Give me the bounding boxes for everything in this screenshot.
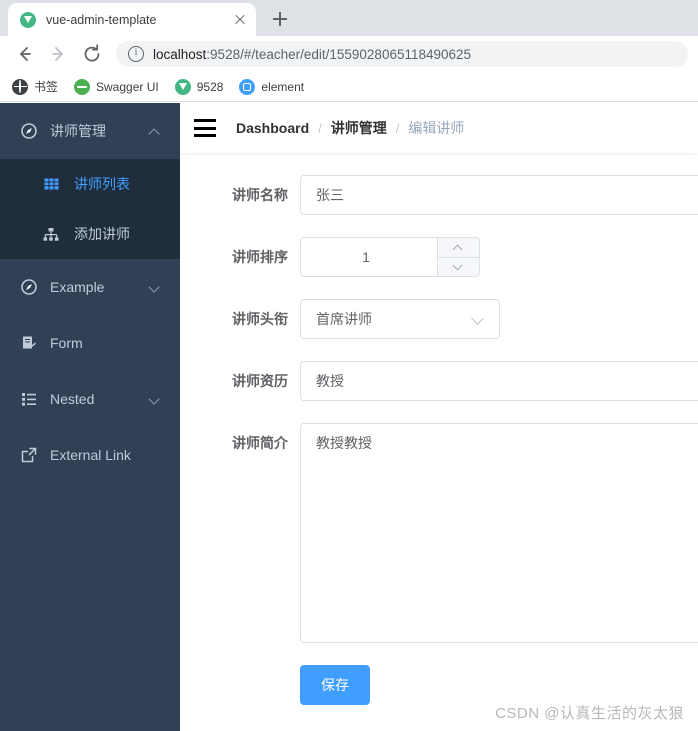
bookmarks-bar: 书签 Swagger UI 9528 element	[0, 72, 698, 102]
external-link-icon	[20, 446, 38, 464]
control-teacher-name: 张三	[300, 175, 698, 215]
breadcrumb: Dashboard / 讲师管理 / 编辑讲师	[236, 118, 464, 138]
globe-icon	[12, 78, 28, 95]
navbar: Dashboard / 讲师管理 / 编辑讲师	[180, 103, 698, 153]
form-row-actions: 保存	[180, 665, 698, 705]
sidebar-item-label: External Link	[50, 447, 131, 463]
sidebar-item-nested[interactable]: Nested	[0, 371, 180, 427]
sidebar-item-label: Example	[50, 279, 105, 295]
sidebar-item-external-link[interactable]: External Link	[0, 427, 180, 483]
teacher-title-selected-value: 首席讲师	[316, 311, 372, 327]
form-row-level: 讲师资历 教授	[180, 361, 698, 401]
sidebar-item-label: 添加讲师	[74, 226, 130, 242]
bookmark-label: 9528	[196, 79, 224, 94]
compass-icon	[20, 122, 38, 140]
teacher-sort-value[interactable]: 1	[301, 238, 437, 276]
bookmark-item[interactable]: element	[239, 78, 305, 95]
teacher-intro-textarea[interactable]: 教授教授	[300, 423, 698, 643]
control-teacher-sort: 1	[300, 237, 480, 277]
sidebar: 讲师管理 讲师列表 添加讲师 Example Form Nested Exter…	[0, 103, 180, 731]
control-teacher-intro: 教授教授	[300, 423, 698, 643]
teacher-title-select[interactable]: 首席讲师	[300, 299, 500, 339]
label-teacher-title: 讲师头衔	[232, 311, 288, 327]
teacher-name-input[interactable]: 张三	[300, 175, 698, 215]
watermark-text: CSDN @认真生活的灰太狼	[495, 705, 684, 722]
tab-title: vue-admin-template	[46, 12, 157, 27]
chevron-up-icon	[454, 243, 463, 252]
url-text: localhost:9528/#/teacher/edit/1559028065…	[153, 47, 471, 62]
new-tab-button[interactable]	[266, 5, 294, 33]
sidebar-submenu-teacher: 讲师列表 添加讲师	[0, 159, 180, 259]
bookmark-item[interactable]: 书签	[12, 78, 58, 95]
chevron-down-icon	[148, 280, 162, 294]
save-button[interactable]: 保存	[300, 665, 370, 705]
address-bar[interactable]: localhost:9528/#/teacher/edit/1559028065…	[116, 41, 688, 67]
label-teacher-sort: 讲师排序	[232, 249, 288, 265]
breadcrumb-item-teacher-management[interactable]: 讲师管理	[331, 118, 387, 138]
bookmark-label: Swagger UI	[96, 79, 159, 94]
form-row-sort: 讲师排序 1	[180, 237, 698, 277]
sidebar-item-label: Form	[50, 335, 83, 351]
reload-icon[interactable]	[78, 40, 106, 68]
sidebar-item-add-teacher[interactable]: 添加讲师	[0, 209, 180, 259]
vue-logo-icon	[20, 11, 36, 28]
app-container: 讲师管理 讲师列表 添加讲师 Example Form Nested Exter…	[0, 103, 698, 731]
chevron-down-icon	[148, 392, 162, 406]
sidebar-item-form[interactable]: Form	[0, 315, 180, 371]
teacher-edit-form: 讲师名称 张三 讲师排序 1 讲师头衔 首席讲师 讲师资历 教授 讲师简介 教授…	[180, 153, 698, 705]
swagger-icon	[74, 78, 91, 95]
vue-logo-icon	[174, 78, 191, 95]
element-logo-icon	[239, 78, 256, 95]
compass-icon	[20, 278, 38, 296]
chevron-up-icon	[148, 124, 162, 138]
sidebar-item-example[interactable]: Example	[0, 259, 180, 315]
breadcrumb-item-dashboard[interactable]: Dashboard	[236, 120, 309, 136]
sidebar-item-teacher-list[interactable]: 讲师列表	[0, 159, 180, 209]
back-arrow-icon[interactable]	[10, 40, 38, 68]
tree-icon	[42, 225, 60, 243]
label-teacher-intro: 讲师简介	[232, 435, 288, 451]
url-path: :9528/#/teacher/edit/1559028065118490625	[206, 46, 472, 62]
breadcrumb-separator: /	[395, 120, 400, 136]
sidebar-item-label: Nested	[50, 391, 95, 407]
form-icon	[20, 334, 38, 352]
forward-arrow-icon[interactable]	[44, 40, 72, 68]
browser-tab[interactable]: vue-admin-template	[8, 3, 256, 36]
nested-list-icon	[20, 390, 38, 408]
sidebar-item-label: 讲师列表	[74, 176, 130, 192]
browser-window: vue-admin-template localhost:9528/#/teac…	[0, 0, 698, 731]
stepper-increase-button[interactable]	[438, 238, 479, 258]
url-host: localhost	[153, 46, 207, 62]
form-row-title: 讲师头衔 首席讲师	[180, 299, 698, 339]
control-teacher-title: 首席讲师	[300, 299, 500, 339]
teacher-sort-stepper[interactable]: 1	[300, 237, 480, 277]
bookmark-item[interactable]: Swagger UI	[74, 78, 159, 95]
hamburger-icon[interactable]	[194, 119, 216, 137]
table-icon	[42, 175, 60, 193]
info-circle-icon[interactable]	[128, 46, 144, 62]
tab-strip: vue-admin-template	[0, 0, 698, 36]
chevron-down-icon	[454, 262, 463, 271]
main-content: Dashboard / 讲师管理 / 编辑讲师 讲师名称 张三 讲师排序 1 讲…	[180, 103, 698, 731]
bookmark-label: element	[261, 79, 305, 94]
control-teacher-level: 教授	[300, 361, 698, 401]
breadcrumb-separator: /	[318, 120, 322, 136]
teacher-level-input[interactable]: 教授	[300, 361, 698, 401]
stepper-buttons	[437, 238, 479, 276]
bookmark-item[interactable]: 9528	[174, 78, 224, 95]
form-row-intro: 讲师简介 教授教授	[180, 423, 698, 643]
label-teacher-name: 讲师名称	[232, 187, 288, 203]
bookmark-label: 书签	[34, 80, 59, 94]
sidebar-item-label: 讲师管理	[50, 123, 106, 139]
label-teacher-level: 讲师资历	[232, 373, 288, 389]
close-icon[interactable]	[232, 12, 248, 28]
chevron-down-icon	[472, 313, 484, 325]
browser-toolbar: localhost:9528/#/teacher/edit/1559028065…	[0, 36, 698, 72]
sidebar-item-teacher-management[interactable]: 讲师管理	[0, 103, 180, 159]
breadcrumb-item-edit-teacher: 编辑讲师	[408, 120, 465, 136]
form-row-name: 讲师名称 张三	[180, 175, 698, 215]
stepper-decrease-button[interactable]	[438, 258, 479, 277]
control-actions: 保存	[300, 665, 370, 705]
